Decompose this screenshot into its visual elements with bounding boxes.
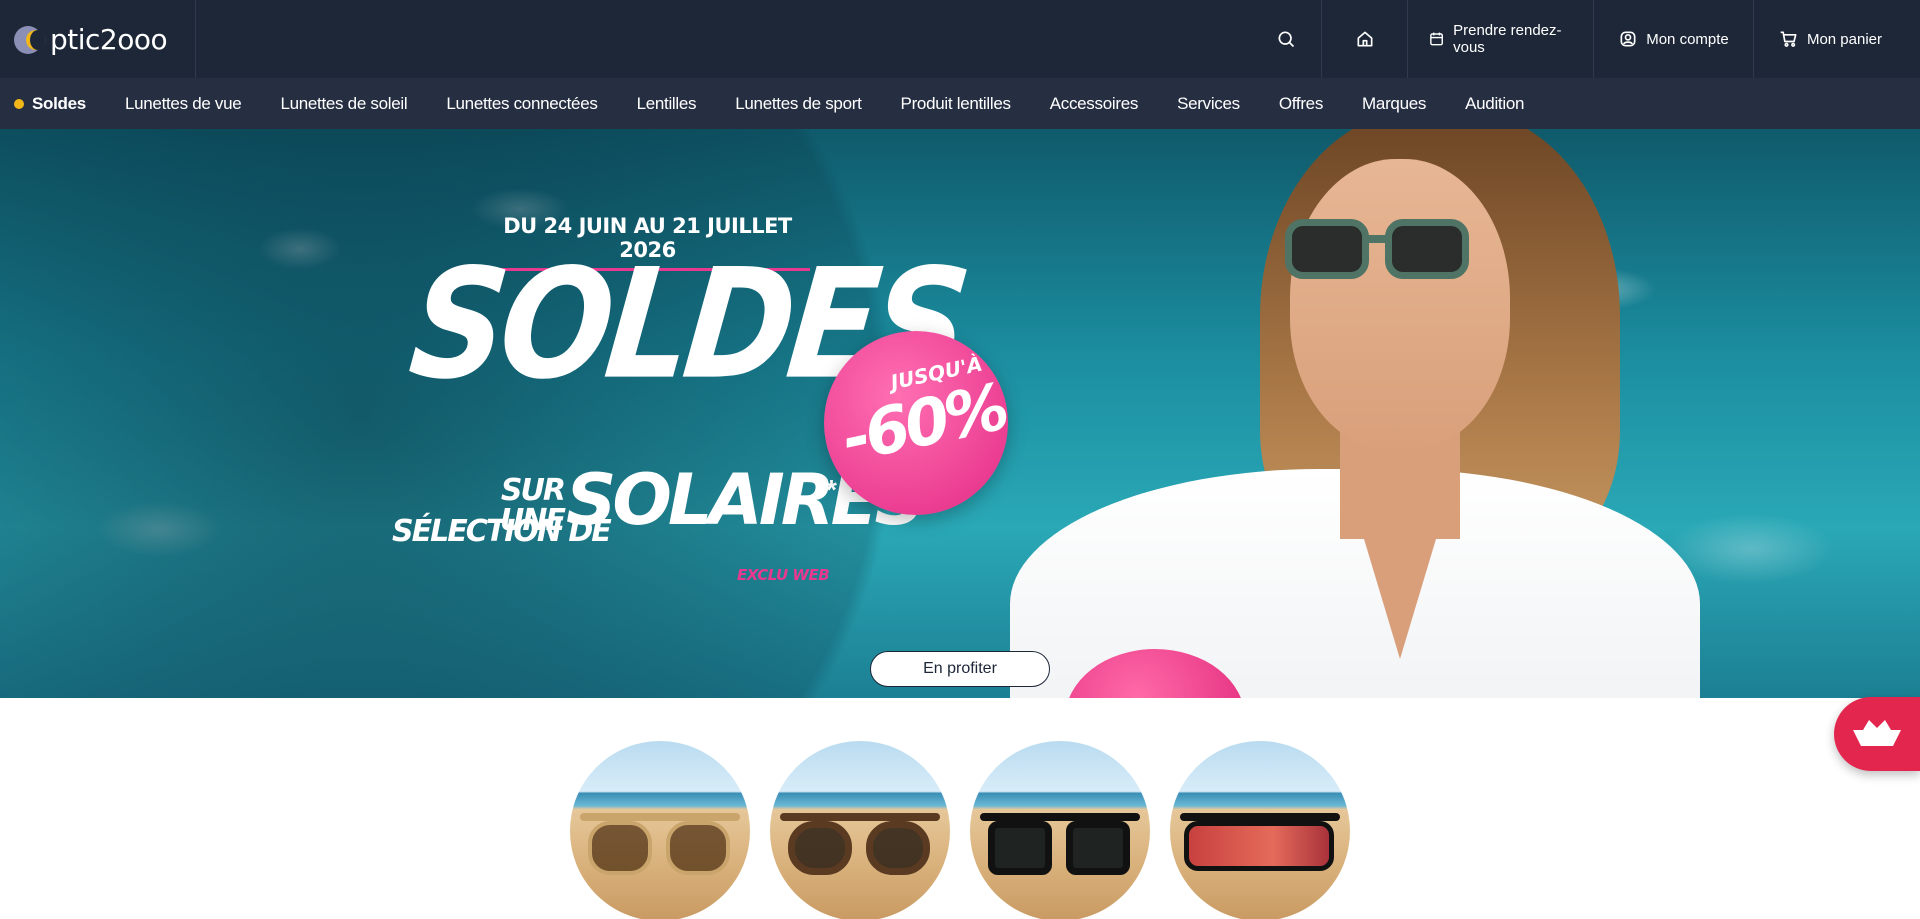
nav-item-offres[interactable]: Offres [1279, 94, 1323, 114]
category-sunglasses-tortoise[interactable] [770, 741, 950, 919]
nav-item-marques[interactable]: Marques [1362, 94, 1426, 114]
home-button[interactable] [1322, 0, 1408, 78]
hero-exclu-web: EXCLU WEB [737, 566, 830, 584]
nav-item-label: Soldes [32, 93, 86, 113]
boat-icon [1853, 720, 1901, 746]
appointment-label: Prendre rendez-vous [1453, 22, 1562, 56]
nav-item-lunettes-de-sport[interactable]: Lunettes de sport [735, 94, 862, 114]
nav-item-soldes[interactable]: Soldes [14, 94, 86, 114]
top-header: ptic2ooo Prendre rendez-vous Mon compte … [0, 0, 1920, 78]
category-circles [570, 741, 1350, 919]
active-dot-icon [14, 98, 24, 109]
main-nav: Soldes Lunettes de vue Lunettes de solei… [0, 78, 1920, 129]
header-spacer [196, 0, 1250, 78]
account-link[interactable]: Mon compte [1594, 0, 1754, 78]
appointment-link[interactable]: Prendre rendez-vous [1408, 0, 1594, 78]
nav-item-lunettes-de-soleil[interactable]: Lunettes de soleil [280, 94, 407, 114]
logo-mark-icon [14, 22, 48, 56]
account-icon [1620, 31, 1636, 47]
model-sunglasses [1285, 211, 1475, 279]
model-face [1290, 159, 1510, 449]
optic2000-logo[interactable]: ptic2ooo [14, 22, 168, 56]
cart-link[interactable]: Mon panier [1754, 0, 1920, 78]
nav-item-lunettes-de-vue[interactable]: Lunettes de vue [125, 94, 242, 114]
en-profiter-button[interactable]: En profiter [870, 651, 1050, 687]
logo-text: ptic2ooo [50, 22, 168, 56]
calendar-icon [1430, 32, 1443, 46]
nav-item-accessoires[interactable]: Accessoires [1050, 94, 1139, 114]
chat-button[interactable] [1834, 697, 1920, 771]
nav-item-services[interactable]: Services [1177, 94, 1240, 114]
nav-item-lentilles[interactable]: Lentilles [637, 94, 697, 114]
category-sunglasses-black-square[interactable] [970, 741, 1150, 919]
search-button[interactable] [1250, 0, 1322, 78]
category-sunglasses-round-gold[interactable] [570, 741, 750, 919]
category-sunglasses-sport-mask[interactable] [1170, 741, 1350, 919]
hero-asterisk: * [826, 474, 837, 505]
cart-label: Mon panier [1806, 30, 1882, 48]
cart-icon [1780, 31, 1797, 47]
nav-item-lunettes-connectees[interactable]: Lunettes connectées [446, 94, 598, 114]
account-label: Mon compte [1646, 30, 1729, 48]
hero-banner[interactable]: DU 24 JUIN AU 21 JUILLET 2026 SOLDES SUR… [0, 129, 1920, 698]
home-icon [1357, 31, 1372, 47]
nav-item-audition[interactable]: Audition [1465, 94, 1524, 114]
logo-cell: ptic2ooo [0, 0, 196, 78]
search-icon [1278, 31, 1294, 48]
nav-item-produit-lentilles[interactable]: Produit lentilles [901, 94, 1011, 114]
